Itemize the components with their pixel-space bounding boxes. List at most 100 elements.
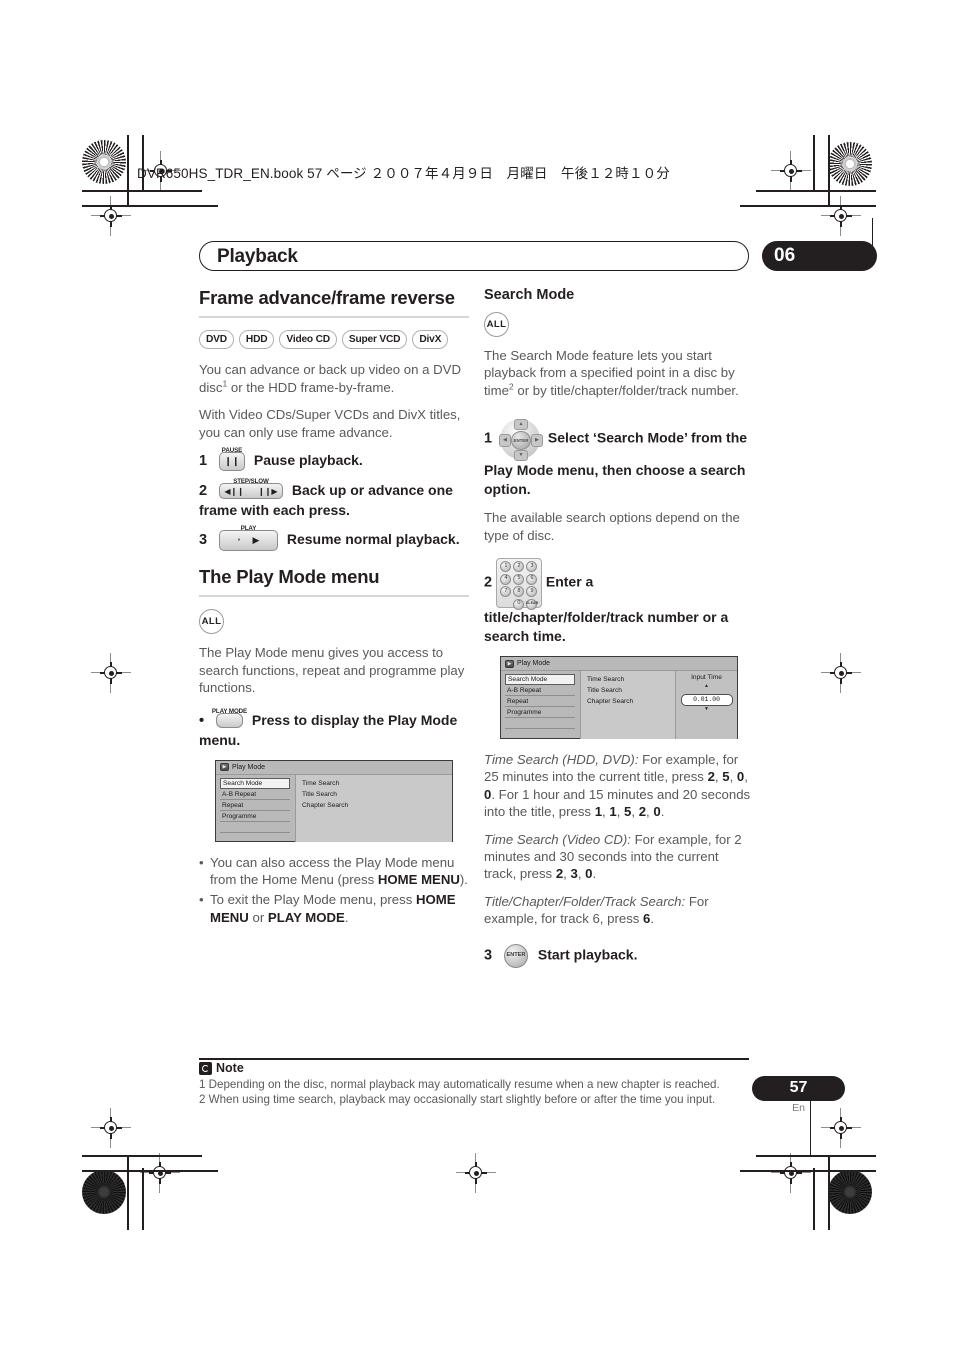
tcft-t2: . xyxy=(650,911,655,927)
crop-line-tr-h2 xyxy=(740,205,876,207)
right-step-number-2: 2 xyxy=(484,574,493,591)
osd-item-programme-right[interactable]: Programme xyxy=(505,708,575,719)
dpad-right-icon[interactable]: ▶ xyxy=(530,434,543,448)
registration-crosshair-top-right xyxy=(771,151,811,191)
search-options-note: The available search options depend on t… xyxy=(484,510,740,543)
step-slow-button-graphic[interactable]: STEP/SLOW ◀❙❙ ❙❙▶ xyxy=(218,478,283,500)
osd-option-time-search-right[interactable]: Time Search xyxy=(587,674,675,685)
hdd-key2-1: 1 xyxy=(594,804,603,820)
osd-item-blank-right xyxy=(505,719,575,730)
dpad-down-icon[interactable]: ▼ xyxy=(513,450,528,462)
note-line-1: 1 Depending on the disc, normal playback… xyxy=(199,1078,720,1091)
right-column: Search Mode ALL The Search Mode feature … xyxy=(484,286,754,978)
time-search-vcd-t2: . xyxy=(592,866,597,882)
osd-option-title-search-right[interactable]: Title Search xyxy=(587,685,675,696)
search-mode-intro: The Search Mode feature lets you start p… xyxy=(484,347,754,399)
osd-options-panel-left: Time Search Title Search Chapter Search xyxy=(295,774,452,842)
vcd-key-2: 3 xyxy=(570,866,578,882)
keypad-row-1: 1 2 3 xyxy=(497,561,541,573)
osd-up-arrow-icon[interactable]: ▲ xyxy=(676,684,737,689)
play-button-label: PLAY xyxy=(240,525,257,533)
registration-crosshair-right-upper xyxy=(821,196,861,236)
osd-item-search-mode-left[interactable]: Search Mode xyxy=(220,777,290,789)
registration-crosshair-bottom-center xyxy=(456,1153,496,1193)
key-8[interactable]: 8 xyxy=(513,586,525,598)
key-clear[interactable]: CLEAR xyxy=(526,598,538,610)
numeric-keypad-graphic[interactable]: 1 2 3 4 5 6 7 8 9 0 CLEAR xyxy=(495,558,542,610)
crop-line-br-v2 xyxy=(813,1168,815,1230)
osd-option-chapter-search-left[interactable]: Chapter Search xyxy=(302,800,452,811)
step-pause: 1 PAUSE ❙❙ Pause playback. xyxy=(199,447,469,471)
key-4[interactable]: 4 xyxy=(500,573,512,585)
time-search-hdd-t2: . For 1 hour and 15 minutes and 20 secon… xyxy=(484,786,751,820)
play-mode-osd-icon: ▶ xyxy=(220,763,229,772)
frame-advance-intro-2: With Video CDs/Super VCDs and DivX title… xyxy=(199,407,461,440)
osd-item-ab-repeat-left[interactable]: A-B Repeat xyxy=(220,790,290,800)
dpad-left-icon[interactable]: ◀ xyxy=(498,434,511,448)
registration-crosshair-right-middle xyxy=(821,653,861,693)
play-button-graphic[interactable]: PLAY ● ▶ xyxy=(218,525,278,552)
disc-badge-video-cd: Video CD xyxy=(279,330,337,350)
disc-badge-row: DVD HDD Video CD Super VCD DivX xyxy=(199,330,469,350)
osd-title-text-left: Play Mode xyxy=(232,763,266,771)
key-6[interactable]: 6 xyxy=(526,573,538,585)
osd-item-blank-left xyxy=(220,823,290,833)
bullet-2-mid: or xyxy=(248,909,268,925)
page-pill-tick xyxy=(810,1095,811,1155)
hdd-key2-2: 1 xyxy=(609,804,617,820)
hdd-key-1: 2 xyxy=(707,769,715,785)
disc-badge-all-right: ALL xyxy=(484,312,509,337)
right-step-number-1: 1 xyxy=(484,430,493,447)
note-header: Note xyxy=(199,1061,244,1075)
dpad-up-icon[interactable]: ▲ xyxy=(513,419,528,431)
osd-play-mode-left: ▶ Play Mode Search Mode A-B Repeat Repea… xyxy=(215,759,453,842)
disc-badge-dvd: DVD xyxy=(199,330,234,350)
note-divider xyxy=(199,1058,749,1060)
page-number: 57 xyxy=(789,1079,808,1096)
bullet-exit-play-mode: To exit the Play Mode menu, press HOME M… xyxy=(199,891,469,926)
osd-item-ab-repeat-right[interactable]: A-B Repeat xyxy=(505,686,575,697)
play-mode-button-graphic[interactable]: PLAY MODE xyxy=(212,708,247,729)
registration-crosshair-bottom-left xyxy=(140,1153,180,1193)
key-7[interactable]: 7 xyxy=(500,586,512,598)
book-header-line: DVR650HS_TDR_EN.book 57 ページ ２００７年４月９日 月曜… xyxy=(137,166,670,181)
pause-button-graphic[interactable]: PAUSE ❙❙ xyxy=(218,447,245,471)
osd-item-repeat-left[interactable]: Repeat xyxy=(220,801,290,811)
chapter-number: 06 xyxy=(774,245,796,266)
key-3[interactable]: 3 xyxy=(526,561,538,573)
registration-disc-bottom-left xyxy=(82,1170,126,1214)
enter-button-icon[interactable]: ENTER xyxy=(510,431,531,451)
key-2[interactable]: 2 xyxy=(513,561,525,573)
osd-down-arrow-icon[interactable]: ▼ xyxy=(676,707,737,712)
osd-input-time-field[interactable]: 0.01.00 xyxy=(680,694,733,707)
tcft-label: Title/Chapter/Folder/Track Search: xyxy=(484,893,686,909)
key-9[interactable]: 9 xyxy=(526,586,538,598)
bullet-2-bold-2: PLAY MODE xyxy=(267,909,345,925)
osd-body-right: Search Mode A-B Repeat Repeat Programme … xyxy=(501,671,737,740)
osd-item-repeat-right[interactable]: Repeat xyxy=(505,697,575,708)
step-press-play-mode: • PLAY MODE Press to display the Play Mo… xyxy=(199,708,469,750)
right-step-text-3: Start playback. xyxy=(537,946,638,963)
key-1[interactable]: 1 xyxy=(500,561,512,573)
keypad-row-3: 7 8 9 xyxy=(497,586,541,598)
registration-starburst-top-right xyxy=(828,142,872,186)
osd-item-search-mode-right[interactable]: Search Mode xyxy=(505,674,575,686)
osd-play-mode-right: ▶ Play Mode Search Mode A-B Repeat Repea… xyxy=(500,656,738,740)
bullet-1-text-b: ). xyxy=(459,872,468,888)
osd-option-title-search-left[interactable]: Title Search xyxy=(302,789,452,800)
time-search-hdd-label: Time Search (HDD, DVD): xyxy=(484,752,639,768)
osd-option-chapter-search-right[interactable]: Chapter Search xyxy=(587,696,675,707)
play-mode-intro: The Play Mode menu gives you access to s… xyxy=(199,645,465,696)
enter-button-graphic[interactable]: ENTER xyxy=(503,943,528,968)
enter-key-icon: ENTER xyxy=(503,943,528,968)
osd-option-time-search-left[interactable]: Time Search xyxy=(302,778,452,789)
bullet-home-menu-access: You can also access the Play Mode menu f… xyxy=(199,854,469,889)
key-5[interactable]: 5 xyxy=(513,573,525,585)
time-search-hdd-t3: . xyxy=(660,804,665,820)
cursor-dpad-button-graphic[interactable]: ▲ ▼ ◀ ▶ ENTER xyxy=(496,417,544,462)
hdd-key2-4: 2 xyxy=(638,804,647,820)
step-number-3: 3 xyxy=(199,532,208,549)
disc-badge-super-vcd: Super VCD xyxy=(341,330,408,350)
osd-item-programme-left[interactable]: Programme xyxy=(220,812,290,822)
key-0[interactable]: 0 xyxy=(513,598,525,610)
